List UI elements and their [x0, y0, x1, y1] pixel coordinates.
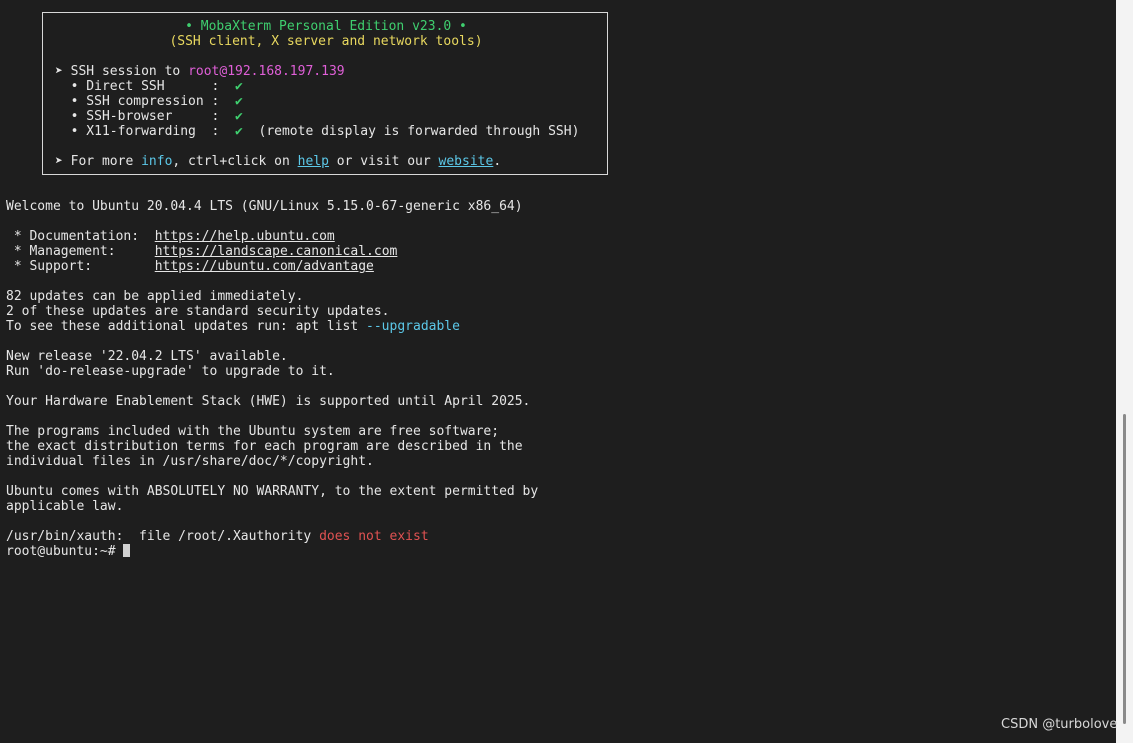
updates-command: To see these additional updates run: apt… — [6, 319, 367, 334]
more-prefix: ➤ For more — [55, 154, 142, 169]
feature-label: • X11-forwarding : — [55, 124, 236, 139]
shell-prompt-line[interactable]: root@ubuntu:~# — [6, 544, 131, 559]
check-icon: ✔ — [235, 94, 243, 109]
more-mid: , ctrl+click on — [172, 154, 298, 169]
period: . — [493, 154, 502, 169]
shell-prompt: root@ubuntu:~# — [6, 544, 124, 559]
more-info-line: ➤ For more info, ctrl+click on help or v… — [55, 154, 501, 169]
feature-ssh-compression: • SSH compression : ✔ — [55, 94, 243, 109]
updates-line-3: To see these additional updates run: apt… — [6, 319, 460, 334]
updates-line-1: 82 updates can be applied immediately. — [6, 289, 304, 304]
xauth-error: does not exist — [319, 529, 429, 544]
mgmt-label: * Management: — [6, 244, 155, 259]
banner-subtitle: (SSH client, X server and network tools) — [169, 34, 483, 49]
check-icon: ✔ — [235, 109, 243, 124]
check-icon: ✔ — [235, 124, 243, 139]
doc-url-link[interactable]: https://help.ubuntu.com — [155, 229, 335, 244]
management-line: * Management: https://landscape.canonica… — [6, 244, 398, 259]
ssh-session-prefix: ➤ SSH session to — [55, 64, 189, 79]
mobaxterm-banner: • MobaXterm Personal Edition v23.0 • (SS… — [42, 12, 608, 175]
release-line-1: New release '22.04.2 LTS' available. — [6, 349, 288, 364]
free-software-line-2: the exact distribution terms for each pr… — [6, 439, 523, 454]
csdn-watermark: CSDN @turbolove — [1001, 717, 1118, 732]
updates-line-2: 2 of these updates are standard security… — [6, 304, 390, 319]
welcome-line: Welcome to Ubuntu 20.04.4 LTS (GNU/Linux… — [6, 199, 523, 214]
help-link[interactable]: help — [298, 154, 329, 169]
upgradable-flag: --upgradable — [366, 319, 460, 334]
xauth-message: /usr/bin/xauth: file /root/.Xauthority — [6, 529, 320, 544]
ssh-session-target: root@192.168.197.139 — [188, 64, 345, 79]
check-icon: ✔ — [235, 79, 243, 94]
support-line: * Support: https://ubuntu.com/advantage — [6, 259, 374, 274]
scrollbar-thumb[interactable] — [1123, 414, 1126, 724]
documentation-line: * Documentation: https://help.ubuntu.com — [6, 229, 335, 244]
feature-x11-forwarding: • X11-forwarding : ✔ (remote display is … — [55, 124, 580, 139]
xauth-line: /usr/bin/xauth: file /root/.Xauthority d… — [6, 529, 429, 544]
feature-label: • Direct SSH : — [55, 79, 236, 94]
feature-ssh-browser: • SSH-browser : ✔ — [55, 109, 243, 124]
feature-label: • SSH compression : — [55, 94, 236, 109]
info-link[interactable]: info — [141, 154, 172, 169]
warranty-line-2: applicable law. — [6, 499, 124, 514]
text-cursor[interactable] — [123, 544, 131, 557]
free-software-line-3: individual files in /usr/share/doc/*/cop… — [6, 454, 374, 469]
doc-label: * Documentation: — [6, 229, 155, 244]
warranty-line-1: Ubuntu comes with ABSOLUTELY NO WARRANTY… — [6, 484, 539, 499]
support-label: * Support: — [6, 259, 155, 274]
mgmt-url-link[interactable]: https://landscape.canonical.com — [155, 244, 398, 259]
support-url-link[interactable]: https://ubuntu.com/advantage — [155, 259, 374, 274]
free-software-line-1: The programs included with the Ubuntu sy… — [6, 424, 500, 439]
feature-label: • SSH-browser : — [55, 109, 236, 124]
banner-title: • MobaXterm Personal Edition v23.0 • — [185, 19, 467, 34]
terminal-window[interactable]: • MobaXterm Personal Edition v23.0 • (SS… — [0, 0, 1116, 743]
ssh-session-line: ➤ SSH session to root@192.168.197.139 — [55, 64, 345, 79]
hwe-line: Your Hardware Enablement Stack (HWE) is … — [6, 394, 531, 409]
feature-note: (remote display is forwarded through SSH… — [242, 124, 580, 139]
release-line-2: Run 'do-release-upgrade' to upgrade to i… — [6, 364, 335, 379]
feature-direct-ssh: • Direct SSH : ✔ — [55, 79, 243, 94]
visit-text: or visit our — [328, 154, 439, 169]
website-link[interactable]: website — [439, 154, 494, 169]
